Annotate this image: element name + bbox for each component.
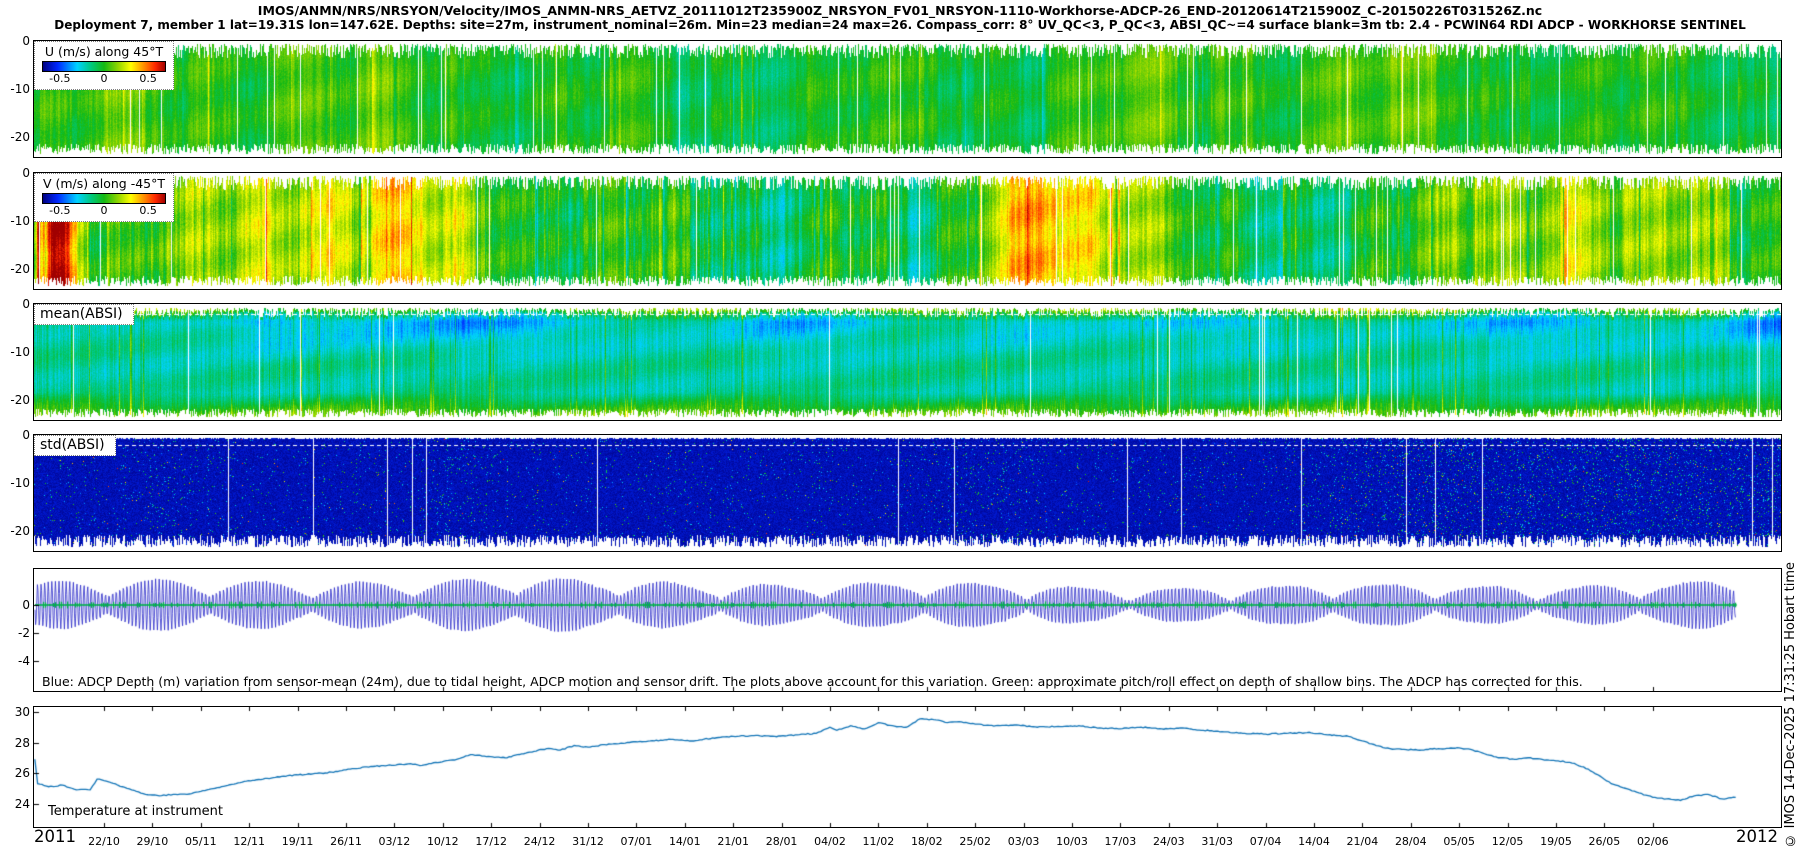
x-tick-label: 17/03: [1093, 835, 1147, 848]
x-tick-label: 21/01: [706, 835, 760, 848]
y-tick-label: 0: [0, 34, 30, 48]
std-absi-heatmap: [34, 435, 1781, 551]
y-tick-label: -10: [0, 345, 30, 359]
x-tick-label: 07/01: [609, 835, 663, 848]
x-tick-label: 02/06: [1626, 835, 1680, 848]
y-tick-label: 0: [0, 166, 30, 180]
x-tick-label: 11/02: [851, 835, 905, 848]
x-tick-label: 17/12: [464, 835, 518, 848]
x-tick-label: 12/05: [1481, 835, 1535, 848]
x-tick-label: 07/04: [1239, 835, 1293, 848]
u-legend-title: U (m/s) along 45°T: [35, 44, 173, 59]
u-colorbar-legend: U (m/s) along 45°T -0.5 0 0.5: [34, 41, 174, 90]
x-tick-label: 04/02: [803, 835, 857, 848]
y-tick-label: 0: [0, 428, 30, 442]
y-tick-label: -10: [0, 476, 30, 490]
v-velocity-heatmap: [34, 173, 1781, 289]
colorbar-tick-label: 0.5: [139, 72, 157, 85]
depth-annotation: Blue: ADCP Depth (m) variation from sens…: [42, 674, 1583, 689]
mean-absi-label: mean(ABSI): [34, 304, 134, 325]
x-tick-label: 05/05: [1432, 835, 1486, 848]
x-tick-label: 03/03: [997, 835, 1051, 848]
y-tick-label: 30: [0, 705, 30, 719]
imos-watermark: © IMOS 14-Dec-2025 17:31:25 Hobart time: [1783, 562, 1798, 848]
x-tick-label: 26/11: [319, 835, 373, 848]
adcp-deployment-figure: IMOS/ANMN/NRS/NRSYON/Velocity/IMOS_ANMN-…: [0, 0, 1800, 850]
std-absi-label: std(ABSI): [34, 435, 116, 456]
u-velocity-heatmap: [34, 41, 1781, 157]
panel-v-velocity: V (m/s) along -45°T -0.5 0 0.5: [33, 172, 1782, 290]
u-colorbar-ticks: -0.5 0 0.5: [35, 72, 173, 86]
colorbar-tick-label: 0: [101, 72, 108, 85]
jet-colorbar: [42, 61, 166, 72]
v-legend-title: V (m/s) along -45°T: [35, 176, 173, 191]
colorbar-tick-label: -0.5: [49, 72, 70, 85]
y-tick-label: 24: [0, 797, 30, 811]
y-tick-label: -10: [0, 82, 30, 96]
x-tick-label: 05/11: [174, 835, 228, 848]
v-colorbar-legend: V (m/s) along -45°T -0.5 0 0.5: [34, 173, 174, 222]
panel-u-velocity: U (m/s) along 45°T -0.5 0 0.5: [33, 40, 1782, 158]
x-tick-label: 10/03: [1045, 835, 1099, 848]
panel-std-absi: std(ABSI): [33, 434, 1782, 552]
x-tick-label: 21/04: [1335, 835, 1389, 848]
x-tick-label: 31/03: [1190, 835, 1244, 848]
x-tick-label: 10/12: [416, 835, 470, 848]
x-tick-label: 18/02: [900, 835, 954, 848]
colorbar-tick-label: 0: [101, 204, 108, 217]
depth-variation-plot: [34, 569, 1781, 691]
colorbar-tick-label: -0.5: [49, 204, 70, 217]
panel-depth-variation: Blue: ADCP Depth (m) variation from sens…: [33, 568, 1782, 692]
x-tick-label: 22/10: [77, 835, 131, 848]
y-tick-label: 28: [0, 736, 30, 750]
x-tick-label: 24/12: [513, 835, 567, 848]
y-tick-label: -4: [0, 654, 30, 668]
temperature-label: Temperature at instrument: [48, 804, 223, 819]
y-tick-label: -2: [0, 626, 30, 640]
x-tick-label: 14/04: [1287, 835, 1341, 848]
y-tick-label: -20: [0, 524, 30, 538]
y-tick-label: 0: [0, 297, 30, 311]
x-tick-label: 28/04: [1384, 835, 1438, 848]
x-tick-label: 26/05: [1577, 835, 1631, 848]
year-2011-label: 2011: [34, 827, 76, 846]
panel-mean-absi: mean(ABSI): [33, 303, 1782, 421]
year-2012-label: 2012: [1736, 827, 1778, 846]
temperature-plot: [34, 707, 1781, 827]
y-tick-label: -20: [0, 130, 30, 144]
v-colorbar-ticks: -0.5 0 0.5: [35, 204, 173, 218]
panel-temperature: Temperature at instrument: [33, 706, 1782, 828]
x-tick-label: 24/03: [1142, 835, 1196, 848]
figure-subtitle: Deployment 7, member 1 lat=19.31S lon=14…: [0, 18, 1800, 32]
x-tick-label: 03/12: [367, 835, 421, 848]
y-tick-label: -10: [0, 214, 30, 228]
mean-absi-heatmap: [34, 304, 1781, 420]
y-tick-label: -20: [0, 393, 30, 407]
x-tick-label: 25/02: [948, 835, 1002, 848]
jet-colorbar: [42, 193, 166, 204]
x-tick-label: 19/11: [271, 835, 325, 848]
x-tick-label: 28/01: [755, 835, 809, 848]
y-tick-label: 26: [0, 766, 30, 780]
x-tick-label: 19/05: [1529, 835, 1583, 848]
x-tick-label: 14/01: [658, 835, 712, 848]
y-tick-label: -20: [0, 262, 30, 276]
x-tick-label: 31/12: [561, 835, 615, 848]
figure-title: IMOS/ANMN/NRS/NRSYON/Velocity/IMOS_ANMN-…: [0, 3, 1800, 18]
colorbar-tick-label: 0.5: [139, 204, 157, 217]
x-tick-label: 12/11: [222, 835, 276, 848]
x-tick-label: 29/10: [125, 835, 179, 848]
y-tick-label: 0: [0, 598, 30, 612]
